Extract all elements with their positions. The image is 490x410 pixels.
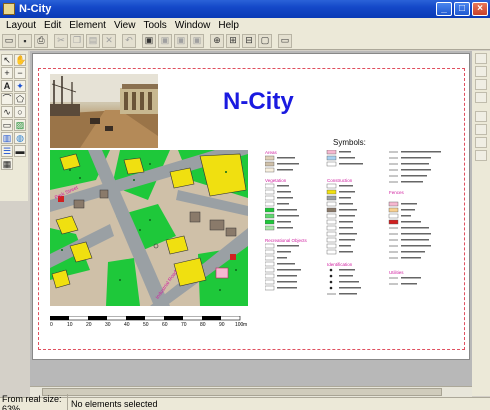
legend-title: Symbols:	[333, 138, 366, 147]
menu-tools[interactable]: Tools	[139, 20, 170, 31]
align-top-icon[interactable]	[475, 53, 487, 64]
city-map[interactable]: Park Street Industrial Road	[50, 150, 248, 306]
toolbar: ▭ ▪ ⎙ ✂ ❐ ▤ ✕ ↶ ▣ ▣ ▣ ▣ ⊕ ⊞ ⊟ ▢ ▭	[0, 32, 490, 50]
point-tool-icon[interactable]: ✦	[14, 80, 26, 92]
menu-help[interactable]: Help	[214, 20, 243, 31]
selection-status: No elements selected	[71, 399, 158, 409]
copy-icon[interactable]: ❐	[70, 33, 84, 48]
paste-icon[interactable]: ▤	[86, 33, 100, 48]
open-folder-icon[interactable]: ▭	[2, 33, 16, 48]
polyline-tool-icon[interactable]: ⌒	[1, 93, 13, 105]
cut-icon[interactable]: ✂	[54, 33, 68, 48]
polygon-tool-icon[interactable]: ⬠	[14, 93, 26, 105]
scale-bar[interactable]: 0 10 20 30 40 50 60 70 80 90 100 m	[50, 316, 248, 328]
align-bottom-icon[interactable]	[475, 79, 487, 90]
scale-tick: 80	[200, 322, 206, 328]
title-bar: N-City _ □ ×	[0, 0, 490, 18]
scale-tick: 70	[181, 322, 187, 328]
app-icon	[3, 3, 15, 15]
select-arrow-icon[interactable]: ↖	[1, 54, 13, 66]
scale-tick: 40	[124, 322, 130, 328]
chart-tool-icon[interactable]: ▥	[1, 132, 13, 144]
zoom-page-icon[interactable]: ⊞	[226, 33, 240, 48]
tool-palette: ↖ ✋ + − A ✦ ⌒ ⬠ ∿ ○ ▭ ▨ ▥ ◍ ☰ ▬ ▦	[0, 51, 28, 201]
minimize-button[interactable]: _	[436, 2, 452, 16]
ellipse-tool-icon[interactable]: ○	[14, 106, 26, 118]
align-left-icon[interactable]	[475, 92, 487, 103]
save-icon[interactable]: ▪	[18, 33, 32, 48]
close-button[interactable]: ×	[472, 2, 488, 16]
city-photo[interactable]	[50, 74, 158, 148]
scale-tick: 60	[162, 322, 168, 328]
undo-icon[interactable]: ↶	[122, 33, 136, 48]
scale-tick: 50	[143, 322, 149, 328]
table-tool-icon[interactable]: ▦	[1, 158, 13, 170]
align-middle-icon[interactable]	[475, 66, 487, 77]
menu-element[interactable]: Element	[65, 20, 110, 31]
zoom-status: From real size: 63%	[0, 394, 68, 410]
align-right-icon[interactable]	[475, 124, 487, 135]
legend-tool-icon[interactable]: ☰	[1, 145, 13, 157]
menu-layout[interactable]: Layout	[2, 20, 40, 31]
zoom-actual-icon[interactable]: ▢	[258, 33, 272, 48]
scalebar-tool-icon[interactable]: ▬	[14, 145, 26, 157]
status-bar: From real size: 63% No elements selected	[0, 394, 490, 410]
horizontal-scrollbar[interactable]	[30, 386, 472, 397]
menu-bar: Layout Edit Element View Tools Window He…	[0, 18, 490, 32]
text-tool-icon[interactable]: A	[1, 80, 13, 92]
right-tool-strip	[472, 51, 490, 396]
same-size-icon[interactable]	[475, 150, 487, 161]
zoom-fit-icon[interactable]: ⊕	[210, 33, 224, 48]
map-legend[interactable]: Areas Vegetation Recreational Objects Co…	[265, 150, 465, 300]
zoom-out-icon[interactable]: −	[14, 67, 26, 79]
print-icon[interactable]: ⎙	[34, 33, 48, 48]
layout-properties-icon[interactable]: ▭	[278, 33, 292, 48]
scale-tick: 0	[50, 322, 53, 328]
menu-window[interactable]: Window	[171, 20, 215, 31]
scale-tick: 10	[67, 322, 73, 328]
image-tool-icon[interactable]: ▨	[14, 119, 26, 131]
layout-page[interactable]: N-City Park Street Industrial Road 0 10 …	[32, 53, 470, 360]
scale-tick: 30	[105, 322, 111, 328]
menu-edit[interactable]: Edit	[40, 20, 65, 31]
send-backward-icon[interactable]: ▣	[190, 33, 204, 48]
curve-tool-icon[interactable]: ∿	[1, 106, 13, 118]
align-center-icon[interactable]	[475, 111, 487, 122]
arrange-back-icon[interactable]: ▣	[158, 33, 172, 48]
arrange-front-icon[interactable]: ▣	[142, 33, 156, 48]
zoom-in-icon[interactable]: +	[1, 67, 13, 79]
delete-icon[interactable]: ✕	[102, 33, 116, 48]
scale-tick: 90	[219, 322, 225, 328]
menu-view[interactable]: View	[110, 20, 140, 31]
maximize-button[interactable]: □	[454, 2, 470, 16]
legend-swatches	[265, 150, 441, 295]
map-title[interactable]: N-City	[223, 88, 294, 116]
bring-forward-icon[interactable]: ▣	[174, 33, 188, 48]
scale-tick: 20	[86, 322, 92, 328]
scale-unit: m	[243, 322, 248, 328]
distribute-icon[interactable]	[475, 137, 487, 148]
pan-hand-icon[interactable]: ✋	[14, 54, 26, 66]
globe-icon[interactable]: ◍	[14, 132, 26, 144]
zoom-width-icon[interactable]: ⊟	[242, 33, 256, 48]
window-title: N-City	[19, 3, 52, 15]
rectangle-tool-icon[interactable]: ▭	[1, 119, 13, 131]
scrollbar-thumb[interactable]	[42, 388, 442, 396]
layout-workspace[interactable]: N-City Park Street Industrial Road 0 10 …	[30, 51, 472, 386]
